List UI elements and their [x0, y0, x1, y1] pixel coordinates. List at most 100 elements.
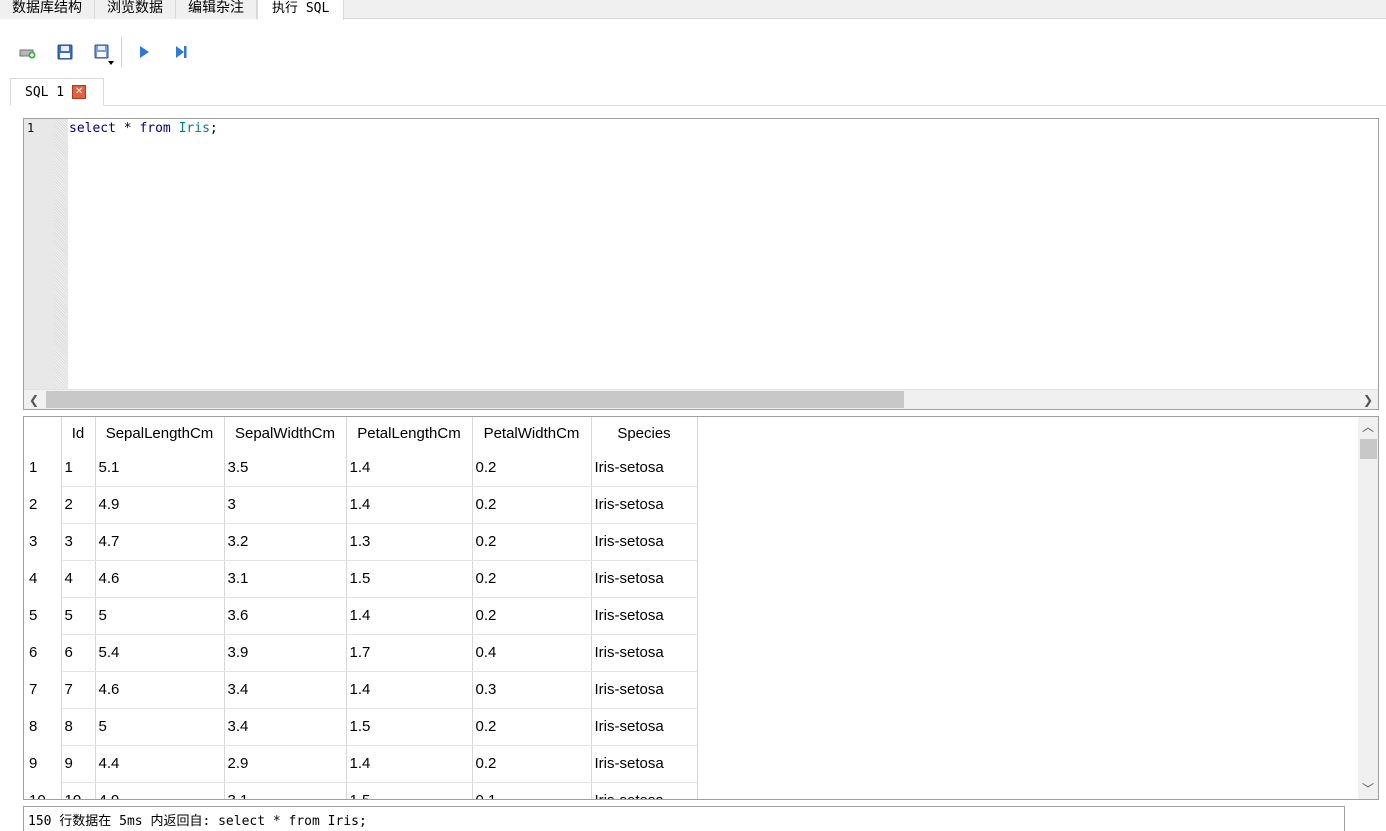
table-cell[interactable]: Iris-setosa — [591, 449, 698, 487]
column-header-sepal-width[interactable]: SepalWidthCm — [224, 417, 347, 449]
sql-editor[interactable]: 1 select * from Iris; ❮ ❯ — [23, 118, 1379, 410]
table-cell[interactable]: 3 — [61, 523, 96, 561]
table-cell[interactable]: Iris-setosa — [591, 523, 698, 561]
table-cell[interactable]: Iris-setosa — [591, 708, 698, 746]
table-cell[interactable]: 1.4 — [346, 449, 473, 487]
table-cell[interactable]: 0.2 — [472, 486, 592, 524]
table-cell[interactable]: 7 — [61, 671, 96, 709]
table-cell[interactable]: 3.1 — [224, 782, 347, 799]
tab-execute-sql[interactable]: 执行 SQL — [257, 0, 345, 20]
scroll-up-icon[interactable]: ︿ — [1358, 417, 1378, 437]
table-cell[interactable]: 1.5 — [346, 560, 473, 598]
save-as-button[interactable] — [88, 38, 116, 66]
row-number[interactable]: 5 — [24, 597, 62, 634]
table-cell[interactable]: Iris-setosa — [591, 671, 698, 709]
row-number[interactable]: 2 — [24, 486, 62, 523]
column-header-species[interactable]: Species — [591, 417, 698, 449]
column-header-petal-width[interactable]: PetalWidthCm — [472, 417, 592, 449]
table-cell[interactable]: 5.4 — [95, 634, 225, 672]
table-cell[interactable]: 1.5 — [346, 708, 473, 746]
sql-tab-1[interactable]: SQL 1 ✕ — [10, 78, 104, 106]
table-cell[interactable]: 3.4 — [224, 708, 347, 746]
execute-line-button[interactable] — [167, 38, 195, 66]
column-header-sepal-length[interactable]: SepalLengthCm — [95, 417, 225, 449]
table-cell[interactable]: 4.9 — [95, 486, 225, 524]
table-cell[interactable]: 4.7 — [95, 523, 225, 561]
table-cell[interactable]: 5 — [95, 708, 225, 746]
row-number[interactable]: 8 — [24, 708, 62, 745]
editor-horizontal-scrollbar[interactable]: ❮ ❯ — [24, 389, 1378, 409]
tab-edit-pragmas[interactable]: 编辑杂注 — [176, 0, 257, 19]
table-cell[interactable]: 3 — [224, 486, 347, 524]
table-cell[interactable]: 4.6 — [95, 560, 225, 598]
tab-database-structure[interactable]: 数据库结构 — [0, 0, 95, 19]
table-cell[interactable]: 4.9 — [95, 782, 225, 799]
table-cell[interactable]: 5.1 — [95, 449, 225, 487]
row-number[interactable]: 7 — [24, 671, 62, 708]
table-cell[interactable]: 1.4 — [346, 597, 473, 635]
table-cell[interactable]: 1.3 — [346, 523, 473, 561]
table-cell[interactable]: 5 — [61, 597, 96, 635]
table-cell[interactable]: 5 — [95, 597, 225, 635]
row-number[interactable]: 4 — [24, 560, 62, 597]
chevron-down-icon[interactable] — [108, 61, 114, 65]
table-cell[interactable]: 4 — [61, 560, 96, 598]
toolbar-separator — [121, 37, 122, 67]
table-cell[interactable]: 4.6 — [95, 671, 225, 709]
save-sql-button[interactable] — [51, 38, 79, 66]
scroll-down-icon[interactable]: ﹀ — [1358, 779, 1378, 799]
table-cell[interactable]: 0.3 — [472, 671, 592, 709]
table-cell[interactable]: Iris-setosa — [591, 745, 698, 783]
table-cell[interactable]: Iris-setosa — [591, 560, 698, 598]
column-header-id[interactable]: Id — [61, 417, 96, 449]
table-cell[interactable]: 1 — [61, 449, 96, 487]
table-cell[interactable]: Iris-setosa — [591, 634, 698, 672]
scroll-right-icon[interactable]: ❯ — [1358, 390, 1378, 410]
table-cell[interactable]: 2.9 — [224, 745, 347, 783]
table-cell[interactable]: Iris-setosa — [591, 597, 698, 635]
scrollbar-thumb[interactable] — [46, 391, 904, 408]
table-cell[interactable]: Iris-setosa — [591, 782, 698, 799]
execute-all-button[interactable] — [130, 38, 158, 66]
table-cell[interactable]: Iris-setosa — [591, 486, 698, 524]
table-cell[interactable]: 3.4 — [224, 671, 347, 709]
row-number[interactable]: 9 — [24, 745, 62, 782]
row-number[interactable]: 10 — [24, 782, 62, 799]
table-cell[interactable]: 6 — [61, 634, 96, 672]
table-cell[interactable]: 0.2 — [472, 449, 592, 487]
close-icon[interactable]: ✕ — [72, 85, 87, 99]
keyword-from: from — [139, 121, 171, 136]
code-line[interactable]: select * from Iris; — [69, 121, 218, 136]
table-cell[interactable]: 0.4 — [472, 634, 592, 672]
table-cell[interactable]: 0.2 — [472, 708, 592, 746]
table-cell[interactable]: 3.5 — [224, 449, 347, 487]
table-cell[interactable]: 3.2 — [224, 523, 347, 561]
table-cell[interactable]: 3.1 — [224, 560, 347, 598]
table-cell[interactable]: 1.7 — [346, 634, 473, 672]
grid-vertical-scrollbar[interactable]: ︿ ﹀ — [1358, 417, 1378, 799]
scroll-left-icon[interactable]: ❮ — [24, 390, 44, 410]
row-number[interactable]: 1 — [24, 449, 62, 486]
table-cell[interactable]: 0.2 — [472, 597, 592, 635]
table-cell[interactable]: 4.4 — [95, 745, 225, 783]
scrollbar-thumb[interactable] — [1360, 439, 1377, 459]
table-cell[interactable]: 9 — [61, 745, 96, 783]
table-cell[interactable]: 0.2 — [472, 560, 592, 598]
table-cell[interactable]: 1.5 — [346, 782, 473, 799]
row-number[interactable]: 6 — [24, 634, 62, 671]
table-cell[interactable]: 1.4 — [346, 745, 473, 783]
table-cell[interactable]: 1.4 — [346, 671, 473, 709]
table-cell[interactable]: 10 — [61, 782, 96, 799]
row-number[interactable]: 3 — [24, 523, 62, 560]
open-tab-button[interactable] — [14, 38, 42, 66]
table-cell[interactable]: 1.4 — [346, 486, 473, 524]
column-header-petal-length[interactable]: PetalLengthCm — [346, 417, 473, 449]
table-cell[interactable]: 0.2 — [472, 523, 592, 561]
table-cell[interactable]: 0.2 — [472, 745, 592, 783]
tab-browse-data[interactable]: 浏览数据 — [95, 0, 176, 19]
table-cell[interactable]: 0.1 — [472, 782, 592, 799]
table-cell[interactable]: 3.9 — [224, 634, 347, 672]
table-cell[interactable]: 8 — [61, 708, 96, 746]
table-cell[interactable]: 2 — [61, 486, 96, 524]
table-cell[interactable]: 3.6 — [224, 597, 347, 635]
